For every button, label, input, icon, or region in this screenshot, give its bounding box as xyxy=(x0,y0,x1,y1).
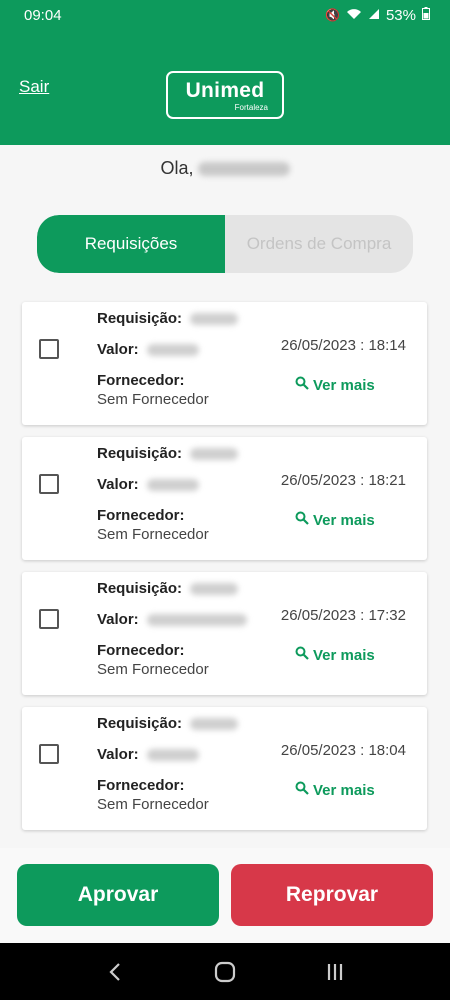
ver-mais-link[interactable]: Ver mais xyxy=(295,781,375,799)
request-card: Requisição: Valor: 26/05/2023 : 18:04 Fo… xyxy=(22,707,427,830)
recents-icon[interactable] xyxy=(305,952,365,992)
requisicao-row: Requisição: xyxy=(97,310,239,327)
valor-label: Valor: xyxy=(97,746,139,763)
logo-brand: Unimed xyxy=(185,79,265,102)
greeting-prefix: Ola, xyxy=(160,158,194,178)
valor-value-redacted xyxy=(146,344,199,357)
segment-control: Requisições Ordens de Compra xyxy=(37,215,413,273)
valor-row: Valor: xyxy=(97,476,199,493)
request-card: Requisição: Valor: 26/05/2023 : 18:21 Fo… xyxy=(22,437,427,560)
requisicao-label: Requisição: xyxy=(97,445,183,462)
ver-mais-label: Ver mais xyxy=(313,646,375,664)
request-checkbox[interactable] xyxy=(39,609,59,629)
valor-value-redacted xyxy=(146,614,247,627)
tab-requisicoes[interactable]: Requisições xyxy=(37,215,225,273)
status-icons: 🔇 53% xyxy=(325,7,430,24)
requisicao-row: Requisição: xyxy=(97,715,239,732)
valor-label: Valor: xyxy=(97,476,139,493)
app-header: Sair Unimed Fortaleza xyxy=(0,30,450,145)
valor-label: Valor: xyxy=(97,611,139,628)
valor-value-redacted xyxy=(146,749,199,762)
requisicao-value-redacted xyxy=(190,313,239,326)
requisicao-row: Requisição: xyxy=(97,580,239,597)
request-datetime: 26/05/2023 : 18:04 xyxy=(280,742,406,759)
signal-icon xyxy=(368,8,380,23)
valor-row: Valor: xyxy=(97,746,199,763)
requisicao-value-redacted xyxy=(190,583,239,596)
valor-label: Valor: xyxy=(97,341,139,358)
mute-icon: 🔇 xyxy=(325,8,340,22)
fornecedor-label: Fornecedor: xyxy=(97,777,185,794)
ver-mais-label: Ver mais xyxy=(313,376,375,394)
request-checkbox[interactable] xyxy=(39,339,59,359)
wifi-icon xyxy=(346,8,362,23)
search-icon xyxy=(295,646,309,664)
ver-mais-link[interactable]: Ver mais xyxy=(295,646,375,664)
action-bar: Aprovar Reprovar xyxy=(0,848,450,943)
fornecedor-label: Fornecedor: xyxy=(97,372,185,389)
requests-list: Requisição: Valor: 26/05/2023 : 18:14 Fo… xyxy=(22,302,427,842)
request-datetime: 26/05/2023 : 17:32 xyxy=(280,607,406,624)
fornecedor-label: Fornecedor: xyxy=(97,642,185,659)
request-checkbox[interactable] xyxy=(39,744,59,764)
request-card: Requisição: Valor: 26/05/2023 : 18:14 Fo… xyxy=(22,302,427,425)
fornecedor-value: Sem Fornecedor xyxy=(97,391,209,408)
fornecedor-value: Sem Fornecedor xyxy=(97,526,209,543)
ver-mais-link[interactable]: Ver mais xyxy=(295,511,375,529)
battery-icon xyxy=(422,7,430,23)
request-checkbox[interactable] xyxy=(39,474,59,494)
ver-mais-label: Ver mais xyxy=(313,511,375,529)
requisicao-value-redacted xyxy=(190,448,239,461)
valor-row: Valor: xyxy=(97,611,247,628)
search-icon xyxy=(295,511,309,529)
requisicao-label: Requisição: xyxy=(97,310,183,327)
unimed-logo: Unimed Fortaleza xyxy=(166,71,284,119)
greeting: Ola, xyxy=(0,158,450,179)
valor-value-redacted xyxy=(146,479,199,492)
fornecedor-value: Sem Fornecedor xyxy=(97,796,209,813)
logout-link[interactable]: Sair xyxy=(19,77,49,97)
requisicao-label: Requisição: xyxy=(97,580,183,597)
search-icon xyxy=(295,376,309,394)
logo-subtitle: Fortaleza xyxy=(234,103,268,112)
system-nav-bar xyxy=(0,943,450,1000)
back-icon[interactable] xyxy=(85,952,145,992)
search-icon xyxy=(295,781,309,799)
fornecedor-label: Fornecedor: xyxy=(97,507,185,524)
user-name-redacted xyxy=(197,162,290,177)
ver-mais-link[interactable]: Ver mais xyxy=(295,376,375,394)
battery-percent: 53% xyxy=(385,6,416,24)
requisicao-label: Requisição: xyxy=(97,715,183,732)
request-card: Requisição: Valor: 26/05/2023 : 17:32 Fo… xyxy=(22,572,427,695)
requisicao-value-redacted xyxy=(190,718,239,731)
home-icon[interactable] xyxy=(195,952,255,992)
status-time: 09:04 xyxy=(24,6,62,24)
tab-ordens-de-compra[interactable]: Ordens de Compra xyxy=(225,215,413,273)
requisicao-row: Requisição: xyxy=(97,445,239,462)
valor-row: Valor: xyxy=(97,341,199,358)
approve-button[interactable]: Aprovar xyxy=(17,864,219,926)
ver-mais-label: Ver mais xyxy=(313,781,375,799)
status-bar: 09:04 🔇 53% xyxy=(0,0,450,30)
fornecedor-value: Sem Fornecedor xyxy=(97,661,209,678)
reject-button[interactable]: Reprovar xyxy=(231,864,433,926)
request-datetime: 26/05/2023 : 18:14 xyxy=(280,337,406,354)
request-datetime: 26/05/2023 : 18:21 xyxy=(280,472,406,489)
